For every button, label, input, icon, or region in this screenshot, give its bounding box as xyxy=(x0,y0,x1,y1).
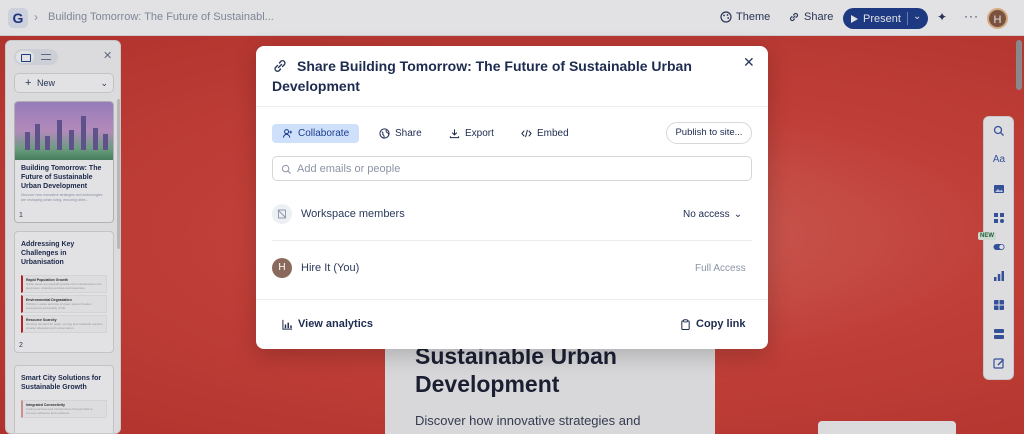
copy-link-button[interactable]: Copy link xyxy=(680,318,746,330)
tab-label: Share xyxy=(395,128,422,139)
add-people-field[interactable] xyxy=(272,156,752,181)
search-icon xyxy=(281,164,291,174)
view-analytics-label: View analytics xyxy=(298,318,374,330)
tab-export[interactable]: Export xyxy=(439,124,504,143)
publish-to-site-button[interactable]: Publish to site... xyxy=(666,122,752,144)
workspace-access-value: No access xyxy=(683,209,730,220)
copy-link-label: Copy link xyxy=(696,318,746,330)
user-access: Full Access xyxy=(695,263,746,274)
divider xyxy=(256,106,768,107)
tab-label: Export xyxy=(465,128,494,139)
tab-collaborate[interactable]: Collaborate xyxy=(272,124,360,143)
tab-share[interactable]: Share xyxy=(369,124,432,143)
tab-embed[interactable]: Embed xyxy=(511,124,579,143)
add-person-icon xyxy=(282,129,293,138)
add-people-input[interactable] xyxy=(297,160,737,178)
code-icon xyxy=(521,129,532,138)
building-icon xyxy=(277,209,287,219)
analytics-icon xyxy=(282,319,293,330)
user-avatar: H xyxy=(272,258,292,278)
workspace-access-dropdown[interactable]: No access ⌄ xyxy=(683,209,742,220)
user-name: Hire It (You) xyxy=(301,262,360,274)
dialog-title: Share Building Tomorrow: The Future of S… xyxy=(272,58,692,94)
chevron-down-icon: ⌄ xyxy=(733,209,743,220)
view-analytics-button[interactable]: View analytics xyxy=(282,318,373,330)
download-icon xyxy=(449,129,460,139)
divider xyxy=(272,240,752,241)
close-icon[interactable]: ✕ xyxy=(743,54,755,71)
share-dialog: Share Building Tomorrow: The Future of S… xyxy=(256,46,768,349)
workspace-members-label: Workspace members xyxy=(301,208,405,220)
globe-icon xyxy=(379,128,390,139)
divider xyxy=(256,299,768,300)
clipboard-icon xyxy=(681,318,690,330)
tab-label: Embed xyxy=(537,128,569,139)
workspace-icon xyxy=(272,204,292,224)
tab-label: Collaborate xyxy=(298,128,350,139)
